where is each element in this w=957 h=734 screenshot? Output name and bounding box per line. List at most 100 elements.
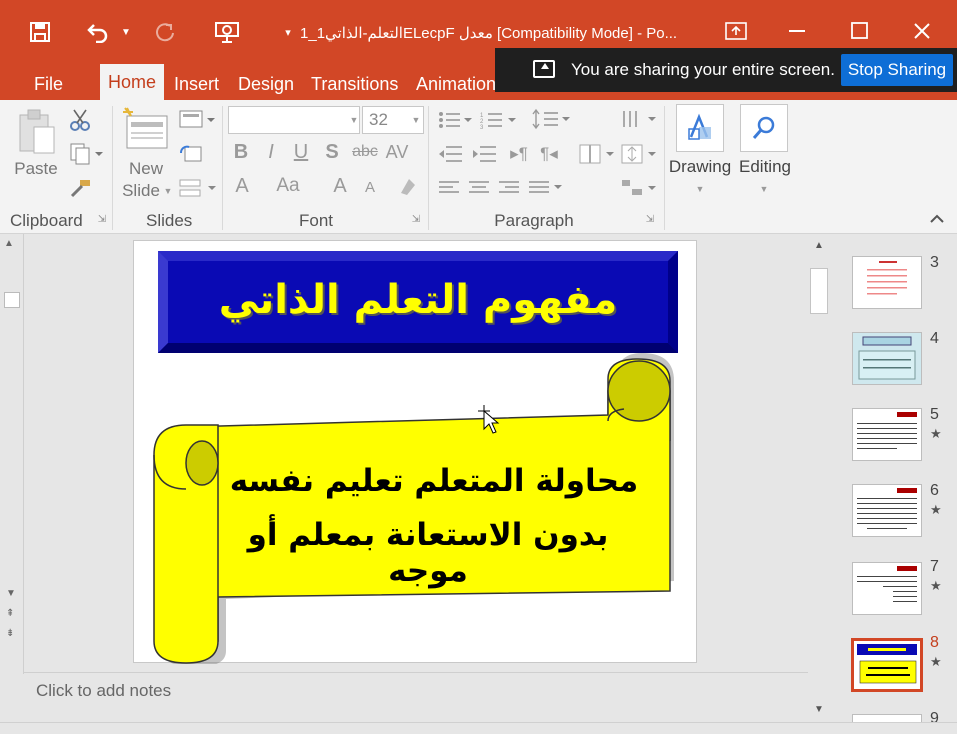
drawing-icon[interactable] xyxy=(676,104,724,152)
bullets-icon[interactable] xyxy=(436,108,474,132)
minimize-icon[interactable] xyxy=(776,14,820,48)
new-slide-label-2[interactable]: Slide xyxy=(114,180,168,202)
font-size-dropdown-icon[interactable]: ▼ xyxy=(410,110,422,130)
undo-dropdown-icon[interactable]: ▼ xyxy=(118,14,134,50)
slide-body-line-1[interactable]: محاولة المتعلم تعليم نفسه xyxy=(224,463,644,499)
increase-font-icon[interactable]: A xyxy=(330,172,350,200)
line-spacing-icon[interactable] xyxy=(530,106,572,132)
decrease-indent-icon[interactable] xyxy=(436,142,466,166)
editing-dropdown-icon[interactable]: ▼ xyxy=(758,182,770,196)
thumbnail-number: 8 xyxy=(930,634,939,651)
scrollbar-thumb[interactable] xyxy=(810,268,828,314)
bold-icon[interactable]: B xyxy=(230,138,252,166)
strikethrough-icon[interactable]: abc xyxy=(350,138,380,166)
italic-icon[interactable]: I xyxy=(260,138,282,166)
increase-indent-icon[interactable] xyxy=(470,142,500,166)
font-name-field[interactable] xyxy=(228,106,360,134)
slide-thumbnail-4[interactable] xyxy=(852,332,922,385)
tab-design[interactable]: Design xyxy=(232,68,300,100)
slide-thumbnail-7[interactable] xyxy=(852,562,922,615)
share-screen-icon xyxy=(533,60,555,78)
clear-formatting-icon[interactable] xyxy=(396,172,420,200)
tab-animations[interactable]: Animation xyxy=(410,68,502,100)
slide-thumbnail-5[interactable] xyxy=(852,408,922,461)
section-icon[interactable] xyxy=(176,174,220,202)
close-icon[interactable] xyxy=(900,14,944,48)
scroll-down-icon[interactable]: ▼ xyxy=(814,704,824,715)
tab-insert[interactable]: Insert xyxy=(168,68,225,100)
undo-icon[interactable] xyxy=(82,14,114,50)
slide-body-line-2[interactable]: بدون الاستعانة بمعلم أو موجه xyxy=(208,517,648,589)
thumbnail-number: 6 xyxy=(930,482,939,499)
panel-collapse-icon[interactable]: ▲ xyxy=(4,238,18,252)
scroll-up-icon[interactable]: ▲ xyxy=(814,240,824,251)
editing-label[interactable]: Editing xyxy=(734,156,796,178)
next-slide-icon[interactable]: ⇟ xyxy=(6,628,14,639)
maximize-icon[interactable] xyxy=(838,14,882,48)
format-painter-icon[interactable] xyxy=(66,174,94,202)
panel-handle[interactable] xyxy=(4,292,20,308)
ltr-icon[interactable]: ▸¶ xyxy=(506,142,532,166)
slide-title[interactable]: مفهوم التعلم الذاتي xyxy=(158,277,678,323)
new-slide-label-1[interactable]: New xyxy=(116,158,176,180)
present-icon[interactable] xyxy=(210,14,244,50)
tab-transitions[interactable]: Transitions xyxy=(305,68,404,100)
slide-thumbnail-8-selected[interactable] xyxy=(851,638,923,692)
editing-icon[interactable] xyxy=(740,104,788,152)
notes-placeholder[interactable]: Click to add notes xyxy=(36,681,171,701)
window-title: التعلم-الذاتي1_1ELecpF معدل [Compatibili… xyxy=(300,25,678,42)
align-text-icon[interactable] xyxy=(618,140,658,168)
save-icon[interactable] xyxy=(24,14,56,50)
screen-sharing-banner: You are sharing your entire screen. Stop… xyxy=(495,48,957,92)
clipboard-launcher-icon[interactable]: ⇲ xyxy=(96,212,108,226)
drawing-dropdown-icon[interactable]: ▼ xyxy=(694,182,706,196)
character-spacing-icon[interactable]: AV xyxy=(384,138,410,166)
columns-icon[interactable] xyxy=(576,140,616,168)
animation-star-icon: ★ xyxy=(930,654,942,669)
paragraph-group-label: Paragraph xyxy=(494,211,574,230)
copy-icon[interactable] xyxy=(66,140,106,168)
paragraph-launcher-icon[interactable]: ⇲ xyxy=(644,212,656,226)
animation-star-icon: ★ xyxy=(930,502,942,517)
powerpoint-window: ▼ ▾ التعلم-الذاتي1_1ELecpF معدل [Compati… xyxy=(0,0,957,734)
prev-slide-icon[interactable]: ⇞ xyxy=(6,608,14,619)
tab-home[interactable]: Home xyxy=(100,64,165,100)
justify-icon[interactable] xyxy=(526,176,564,200)
change-case-icon[interactable]: Aa xyxy=(274,172,302,200)
new-slide-icon[interactable] xyxy=(122,104,172,156)
slide-canvas[interactable]: مفهوم التعلم الذاتي محاولة المتعلم تعليم… xyxy=(133,240,697,664)
text-effects-icon[interactable]: A xyxy=(230,172,254,200)
text-direction-icon[interactable] xyxy=(618,106,658,132)
shadow-icon[interactable]: S xyxy=(320,138,344,166)
cut-icon[interactable] xyxy=(66,106,94,134)
layout-icon[interactable] xyxy=(176,106,218,134)
collapse-ribbon-icon[interactable] xyxy=(926,208,948,230)
smartart-icon[interactable] xyxy=(618,174,658,202)
font-launcher-icon[interactable]: ⇲ xyxy=(410,212,422,226)
stop-sharing-button[interactable]: Stop Sharing xyxy=(841,54,953,86)
align-left-icon[interactable] xyxy=(436,176,462,200)
tab-file[interactable]: File xyxy=(28,68,69,100)
thumbnail-number: 3 xyxy=(930,254,939,271)
customize-toolbar-icon[interactable]: ▾ xyxy=(280,14,296,50)
separator xyxy=(112,106,113,230)
paste-label[interactable]: Paste xyxy=(10,158,62,180)
reset-icon[interactable] xyxy=(176,140,206,168)
slide-thumbnail-6[interactable] xyxy=(852,484,922,537)
underline-icon[interactable]: U xyxy=(290,138,312,166)
drawing-label[interactable]: Drawing xyxy=(666,156,734,178)
numbering-icon[interactable]: 123 xyxy=(478,108,518,132)
ribbon-display-icon[interactable] xyxy=(714,14,758,48)
slide-thumbnail-3[interactable] xyxy=(852,256,922,309)
redo-icon[interactable] xyxy=(150,14,180,50)
align-center-icon[interactable] xyxy=(466,176,492,200)
new-slide-dropdown-icon[interactable]: ▼ xyxy=(162,184,174,198)
rtl-icon[interactable]: ¶◂ xyxy=(536,142,562,166)
font-name-dropdown-icon[interactable]: ▼ xyxy=(348,110,360,130)
animation-star-icon: ★ xyxy=(930,578,942,593)
align-right-icon[interactable] xyxy=(496,176,522,200)
scroll-down-icon[interactable]: ▼ xyxy=(6,588,16,599)
separator xyxy=(664,106,665,230)
paste-icon[interactable] xyxy=(14,106,58,156)
decrease-font-icon[interactable]: A xyxy=(362,174,378,200)
